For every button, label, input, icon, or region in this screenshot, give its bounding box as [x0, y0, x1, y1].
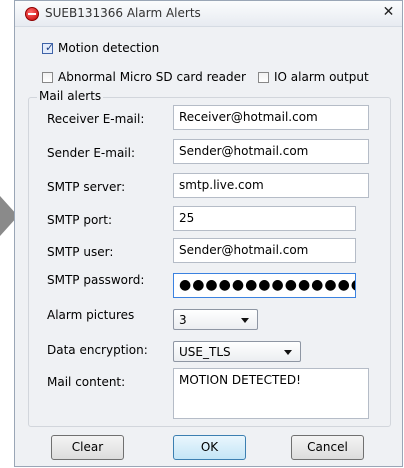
- smtp-user-field[interactable]: Sender@hotmail.com: [173, 238, 356, 263]
- smtp-port-field[interactable]: 25: [173, 206, 356, 231]
- smtp-password-field[interactable]: ●●●●●●●●●●●●●●: [173, 273, 356, 298]
- alarm-pictures-label: Alarm pictures: [47, 308, 135, 322]
- smtp-port-label: SMTP port:: [47, 213, 112, 227]
- chevron-down-icon: [241, 318, 249, 323]
- motion-detection-checkbox[interactable]: ✓ Motion detection: [42, 41, 159, 55]
- clear-button[interactable]: Clear: [51, 435, 124, 460]
- chevron-down-icon: [284, 350, 292, 355]
- motion-detection-label: Motion detection: [58, 41, 160, 55]
- sender-email-label: Sender E-mail:: [47, 146, 136, 160]
- io-alarm-output-label: IO alarm output: [274, 70, 369, 84]
- sender-email-field[interactable]: Sender@hotmail.com: [173, 139, 369, 164]
- smtp-server-field[interactable]: smtp.live.com: [173, 173, 369, 198]
- close-icon[interactable]: ✕: [381, 5, 396, 20]
- alarm-alerts-dialog: SUEB131366 Alarm Alerts ✕ ✓ Motion detec…: [14, 0, 403, 467]
- title-bar: SUEB131366 Alarm Alerts ✕: [15, 1, 402, 27]
- receiver-email-label: Receiver E-mail:: [47, 112, 145, 126]
- receiver-email-field[interactable]: Receiver@hotmail.com: [173, 105, 369, 130]
- mail-alerts-group-label: Mail alerts: [37, 89, 104, 103]
- mail-content-textarea[interactable]: MOTION DETECTED!: [173, 368, 369, 419]
- cancel-button[interactable]: Cancel: [291, 435, 364, 460]
- alarm-icon: [25, 7, 39, 21]
- checkbox-box[interactable]: [42, 71, 53, 83]
- data-encryption-label: Data encryption:: [47, 343, 148, 357]
- io-alarm-output-checkbox[interactable]: IO alarm output: [258, 70, 369, 84]
- alarm-pictures-value: 3: [179, 313, 187, 327]
- window-title: SUEB131366 Alarm Alerts: [45, 6, 201, 20]
- sd-card-reader-checkbox[interactable]: Abnormal Micro SD card reader: [42, 70, 246, 84]
- smtp-password-label: SMTP password:: [47, 273, 145, 287]
- alarm-pictures-select[interactable]: 3: [173, 309, 258, 330]
- data-encryption-select[interactable]: USE_TLS: [173, 341, 301, 362]
- checkmark-icon: ✓: [45, 40, 55, 54]
- checkbox-box[interactable]: ✓: [42, 40, 55, 54]
- ok-button[interactable]: OK: [173, 435, 246, 460]
- smtp-server-label: SMTP server:: [47, 180, 126, 194]
- sd-card-reader-label: Abnormal Micro SD card reader: [58, 70, 246, 84]
- mail-content-label: Mail content:: [47, 375, 126, 389]
- smtp-user-label: SMTP user:: [47, 245, 114, 259]
- checkbox-box[interactable]: [258, 71, 269, 83]
- data-encryption-value: USE_TLS: [179, 345, 231, 359]
